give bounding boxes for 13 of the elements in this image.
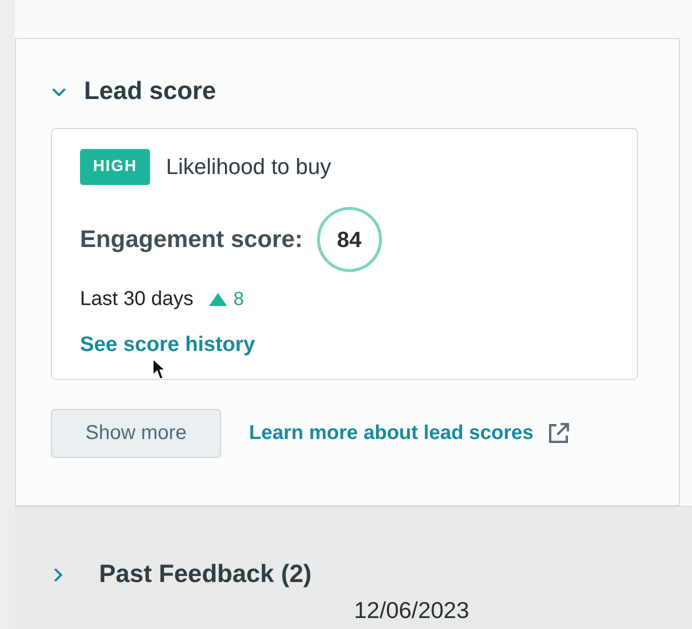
high-badge: HIGH xyxy=(80,149,150,185)
engagement-label: Engagement score: xyxy=(80,226,303,254)
score-history-link[interactable]: See score history xyxy=(80,333,256,357)
score-ring: 84 xyxy=(316,207,382,272)
learn-more-link[interactable]: Learn more about lead scores xyxy=(249,422,534,445)
show-more-button[interactable]: Show more xyxy=(51,409,221,458)
section-title[interactable]: Past Feedback (2) xyxy=(99,560,312,589)
up-triangle-icon xyxy=(209,293,228,306)
likelihood-label: Likelihood to buy xyxy=(166,154,332,180)
feedback-date: 12/06/2023 xyxy=(354,597,470,624)
period-label: Last 30 days xyxy=(80,288,194,311)
section-title[interactable]: Lead score xyxy=(84,77,216,106)
score-change: 8 xyxy=(233,288,244,310)
